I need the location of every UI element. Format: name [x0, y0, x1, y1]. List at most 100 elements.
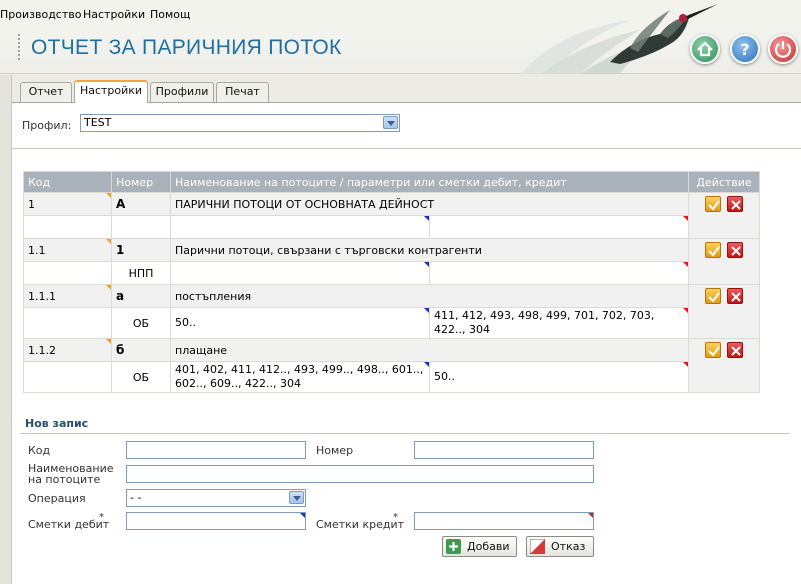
table-row: 1 А ПАРИЧНИ ПОТОЦИ ОТ ОСНОВНАТА ДЕЙНОСТ	[23, 192, 761, 239]
debit-label: Сметки дебит	[28, 518, 110, 531]
edit-button[interactable]	[705, 196, 722, 212]
row-blank	[23, 307, 112, 339]
check-icon	[708, 292, 720, 303]
table-subrow: ОБ 50.. 411, 412, 493, 498, 499, 701, 70…	[23, 307, 760, 339]
row-number[interactable]: а	[111, 284, 171, 308]
header-grip	[18, 34, 20, 60]
col-name-header: Наименование на потоците / параметри или…	[169, 171, 690, 193]
menu-production[interactable]: Производство	[0, 8, 81, 21]
row-debit[interactable]: 50..	[170, 307, 430, 339]
row-actions	[688, 192, 761, 239]
cancel-button[interactable]: Отказ	[526, 536, 594, 557]
tab-print[interactable]: Печат	[216, 82, 269, 102]
delete-button[interactable]	[727, 288, 744, 304]
tab-report[interactable]: Отчет	[20, 82, 72, 102]
row-blank	[23, 361, 112, 393]
delete-button[interactable]	[727, 242, 744, 258]
row-debit[interactable]: 401, 402, 411, 412.., 493, 499.., 498..,…	[170, 361, 430, 393]
row-credit[interactable]	[428, 215, 690, 239]
cancel-icon	[530, 539, 545, 554]
menu-help[interactable]: Помощ	[150, 8, 190, 21]
row-debit[interactable]	[170, 215, 430, 239]
row-code[interactable]: 1.1	[23, 238, 112, 262]
row-number[interactable]: А	[111, 192, 171, 216]
profile-select[interactable]: TEST	[80, 114, 400, 132]
row-name[interactable]: постъпления	[169, 284, 690, 308]
row-number[interactable]: 1	[111, 238, 171, 262]
plus-icon	[446, 539, 461, 554]
row-number[interactable]: б	[111, 338, 171, 362]
name-input[interactable]	[126, 465, 594, 483]
add-button[interactable]: Добави	[442, 536, 517, 557]
col-action-header: Действие	[688, 171, 761, 193]
row-code[interactable]: 1.1.1	[23, 284, 112, 308]
col-number-header: Номер	[111, 171, 171, 193]
form-divider	[20, 433, 790, 434]
cash-flow-table: Код Номер Наименование на потоците / пар…	[23, 171, 761, 393]
credit-accounts-input[interactable]	[414, 512, 594, 530]
edit-button[interactable]	[705, 242, 722, 258]
row-sub-op[interactable]: ОБ	[111, 361, 171, 393]
col-code-header: Код	[23, 171, 112, 193]
profile-label: Профил:	[22, 119, 72, 132]
chevron-down-icon[interactable]	[383, 116, 398, 129]
chevron-down-icon[interactable]	[289, 491, 304, 504]
edit-button[interactable]	[705, 342, 722, 358]
row-sub-op[interactable]: НПП	[111, 261, 171, 285]
profile-value: TEST	[84, 116, 112, 129]
name-label: Наименование на потоците	[28, 462, 114, 486]
svg-text:?: ?	[740, 40, 749, 59]
row-actions	[688, 338, 761, 393]
operation-select[interactable]: - -	[126, 489, 306, 507]
page-title: ОТЧЕТ ЗА ПАРИЧНИЯ ПОТОК	[31, 36, 342, 59]
help-button[interactable]: ?	[730, 34, 760, 64]
row-sub-op[interactable]	[111, 215, 171, 239]
row-credit[interactable]: 411, 412, 493, 498, 499, 701, 702, 703, …	[428, 307, 690, 339]
tab-settings[interactable]: Настройки	[74, 80, 148, 103]
operation-label: Операция	[28, 492, 86, 505]
number-label: Номер	[316, 444, 354, 457]
table-row: 1.1.1 а постъпления	[23, 284, 761, 339]
row-name[interactable]: ПАРИЧНИ ПОТОЦИ ОТ ОСНОВНАТА ДЕЙНОСТ	[169, 192, 690, 216]
close-icon	[731, 200, 741, 210]
table-subrow: ОБ 401, 402, 411, 412.., 493, 499.., 498…	[23, 361, 760, 393]
delete-button[interactable]	[727, 342, 744, 358]
left-sidebar	[0, 75, 12, 584]
row-code[interactable]: 1.1.2	[23, 338, 112, 362]
number-input[interactable]	[414, 441, 594, 459]
row-name[interactable]: плащане	[169, 338, 690, 362]
check-icon	[708, 246, 720, 257]
row-sub-op[interactable]: ОБ	[111, 307, 171, 339]
table-subrow	[23, 215, 760, 239]
divider	[12, 148, 801, 149]
check-icon	[708, 346, 720, 357]
cancel-button-label: Отказ	[551, 540, 586, 553]
row-name[interactable]: Парични потоци, свързани с търговски кон…	[169, 238, 690, 262]
home-button[interactable]	[690, 34, 720, 64]
tab-profiles[interactable]: Профили	[150, 82, 214, 102]
home-icon	[697, 41, 713, 57]
new-record-title: Нов запис	[25, 417, 89, 430]
row-blank	[23, 215, 112, 239]
code-input[interactable]	[126, 441, 306, 459]
exit-button[interactable]	[768, 34, 798, 64]
table-header-row: Код Номер Наименование на потоците / пар…	[23, 171, 761, 193]
code-label: Код	[28, 444, 51, 457]
help-icon: ?	[740, 40, 749, 59]
close-icon	[731, 346, 741, 356]
row-actions	[688, 238, 761, 285]
row-debit[interactable]	[170, 261, 430, 285]
row-code[interactable]: 1	[23, 192, 112, 216]
menu-settings[interactable]: Настройки	[83, 8, 145, 21]
power-icon	[774, 41, 792, 58]
edit-button[interactable]	[705, 288, 722, 304]
credit-label: Сметки кредит	[316, 518, 404, 531]
delete-button[interactable]	[727, 196, 744, 212]
debit-accounts-input[interactable]	[126, 512, 306, 530]
hummingbird-logo	[520, 4, 718, 74]
row-credit[interactable]: 50..	[428, 361, 690, 393]
row-credit[interactable]	[428, 261, 690, 285]
table-subrow: НПП	[23, 261, 760, 285]
operation-value: - -	[130, 491, 142, 504]
close-icon	[731, 246, 741, 256]
